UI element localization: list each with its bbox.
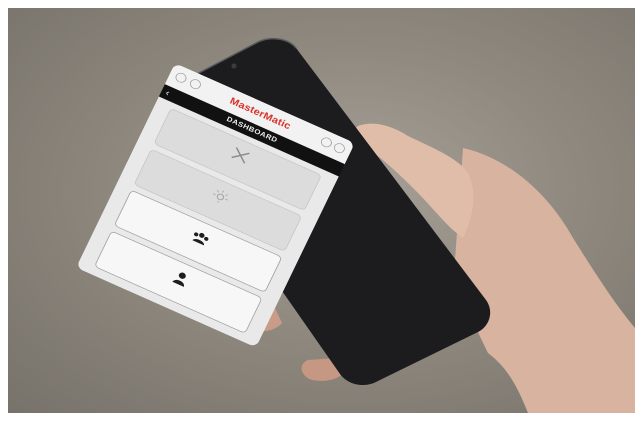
- menu-icon[interactable]: [173, 71, 189, 85]
- front-camera: [231, 63, 237, 69]
- sun-icon: [213, 190, 228, 203]
- photo: MasterMatic ‹ DASHBOARD: [8, 8, 635, 413]
- person-icon: [172, 272, 186, 287]
- group-icon: [192, 232, 209, 246]
- tools-icon: [231, 147, 250, 164]
- settings-icon[interactable]: [332, 141, 347, 155]
- hand-palm: [453, 148, 635, 413]
- bell-icon[interactable]: [188, 77, 203, 91]
- notification-icon[interactable]: [319, 135, 334, 149]
